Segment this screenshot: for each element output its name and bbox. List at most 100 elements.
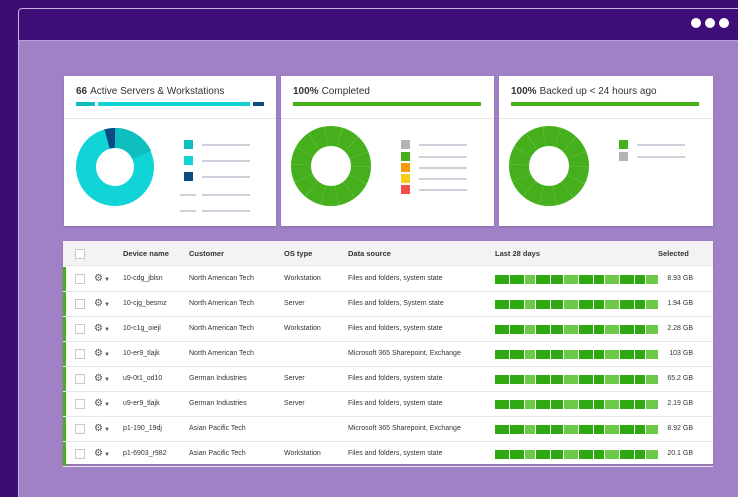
activity-segment: [594, 450, 604, 459]
col-customer[interactable]: Customer: [189, 249, 224, 258]
table-row[interactable]: ⚙▼ u9-0t1_od10 German Industries Server File…: [63, 367, 713, 392]
activity-segment: [620, 325, 634, 334]
table-header: Device name Customer OS type Data source…: [63, 241, 713, 266]
activity-segment: [536, 300, 550, 309]
customer: North American Tech: [189, 275, 254, 282]
activity-segment: [635, 275, 645, 284]
legend-line: [419, 189, 467, 191]
table-row[interactable]: ⚙▼ p1-190_19dj Asian Pacific Tech Microsoft…: [63, 417, 713, 442]
col-data-source[interactable]: Data source: [348, 249, 391, 258]
selected-size: 2.19 GB: [667, 400, 693, 407]
active-devices-card[interactable]: 66 Active Servers & Workstations: [64, 76, 276, 226]
row-checkbox[interactable]: [75, 349, 85, 359]
activity-segment: [551, 350, 563, 359]
caret-down-icon: ▼: [103, 352, 110, 358]
window-dot[interactable]: [719, 18, 729, 28]
device-name[interactable]: u9-er9_tlajk: [123, 400, 160, 407]
activity-segment: [536, 425, 550, 434]
row-status-accent: [63, 317, 66, 341]
activity-segment: [495, 425, 509, 434]
activity-segment: [525, 350, 535, 359]
activity-segment: [536, 325, 550, 334]
row-actions-menu[interactable]: ⚙▼: [94, 423, 110, 434]
activity-segment: [536, 350, 550, 359]
activity-segment: [510, 275, 524, 284]
activity-segment: [551, 275, 563, 284]
table-row[interactable]: ⚙▼ u9-er9_tlajk German Industries Server Fil…: [63, 392, 713, 417]
activity-segment: [579, 275, 593, 284]
activity-bar: [495, 300, 659, 309]
device-name[interactable]: u9-0t1_od10: [123, 375, 162, 382]
table-row[interactable]: ⚙▼ 10-cjg_besmz North American Tech Server F…: [63, 292, 713, 317]
row-checkbox[interactable]: [75, 374, 85, 384]
col-selected[interactable]: Selected: [658, 249, 689, 258]
activity-segment: [551, 300, 563, 309]
activity-segment: [495, 450, 509, 459]
backed-up-card[interactable]: 100% Backed up < 24 hours ago: [499, 76, 713, 226]
card-title: 66 Active Servers & Workstations: [76, 86, 224, 97]
activity-segment: [564, 325, 578, 334]
device-name[interactable]: p1-6903_r982: [123, 450, 167, 457]
legend-swatch: [619, 140, 628, 149]
card-label: Completed: [321, 86, 370, 97]
col-last-28-days[interactable]: Last 28 days: [495, 249, 540, 258]
activity-segment: [525, 275, 535, 284]
row-actions-menu[interactable]: ⚙▼: [94, 348, 110, 359]
device-name[interactable]: 10-c1g_oiejl: [123, 325, 161, 332]
row-actions-menu[interactable]: ⚙▼: [94, 448, 110, 459]
table-row[interactable]: ⚙▼ 10-cdg_jblsn North American Tech Worksta…: [63, 267, 713, 292]
activity-segment: [605, 425, 619, 434]
selected-size: 8.92 GB: [667, 425, 693, 432]
row-checkbox[interactable]: [75, 324, 85, 334]
activity-segment: [579, 425, 593, 434]
table-row[interactable]: ⚙▼ 10-c1g_oiejl North American Tech Worksta…: [63, 317, 713, 342]
row-status-accent: [63, 267, 66, 291]
col-os-type[interactable]: OS type: [284, 249, 312, 258]
activity-segment: [564, 400, 578, 409]
activity-bar: [495, 350, 659, 359]
col-device-name[interactable]: Device name: [123, 249, 169, 258]
caret-down-icon: ▼: [103, 402, 110, 408]
row-checkbox[interactable]: [75, 424, 85, 434]
completed-card[interactable]: 100% Completed: [281, 76, 494, 226]
device-name[interactable]: 10-er9_tlajk: [123, 350, 160, 357]
legend-line: [637, 156, 685, 158]
select-all-checkbox[interactable]: [75, 249, 85, 259]
activity-segment: [620, 375, 634, 384]
activity-segment: [635, 375, 645, 384]
legend-line: [202, 210, 250, 212]
legend-swatch: [401, 152, 410, 161]
activity-segment: [525, 300, 535, 309]
selected-size: 1.94 GB: [667, 300, 693, 307]
row-checkbox[interactable]: [75, 399, 85, 409]
table-row[interactable]: ⚙▼ 10-er9_tlajk North American Tech Microso…: [63, 342, 713, 367]
row-actions-menu[interactable]: ⚙▼: [94, 298, 110, 309]
row-checkbox[interactable]: [75, 274, 85, 284]
gear-icon: ⚙: [94, 348, 103, 359]
data-source: Files and folders, system state: [348, 450, 443, 457]
activity-segment: [536, 375, 550, 384]
activity-segment: [635, 400, 645, 409]
row-checkbox[interactable]: [75, 299, 85, 309]
device-name[interactable]: p1-190_19dj: [123, 425, 162, 432]
legend-line: [419, 167, 467, 169]
caret-down-icon: ▼: [103, 302, 110, 308]
device-name[interactable]: 10-cdg_jblsn: [123, 275, 163, 282]
row-actions-menu[interactable]: ⚙▼: [94, 373, 110, 384]
activity-segment: [605, 275, 619, 284]
row-actions-menu[interactable]: ⚙▼: [94, 323, 110, 334]
data-source: Microsoft 365 Sharepoint, Exchange: [348, 350, 461, 357]
gear-icon: ⚙: [94, 298, 103, 309]
window-dot[interactable]: [705, 18, 715, 28]
table-row[interactable]: ⚙▼ p1-6903_r982 Asian Pacific Tech Workstat…: [63, 442, 713, 467]
row-status-accent: [63, 442, 66, 466]
row-checkbox[interactable]: [75, 449, 85, 459]
window-controls[interactable]: [691, 18, 729, 28]
window-dot[interactable]: [691, 18, 701, 28]
row-actions-menu[interactable]: ⚙▼: [94, 398, 110, 409]
os-type: Server: [284, 400, 305, 407]
activity-segment: [605, 375, 619, 384]
segment-bar: [76, 102, 95, 106]
device-name[interactable]: 10-cjg_besmz: [123, 300, 167, 307]
row-actions-menu[interactable]: ⚙▼: [94, 273, 110, 284]
